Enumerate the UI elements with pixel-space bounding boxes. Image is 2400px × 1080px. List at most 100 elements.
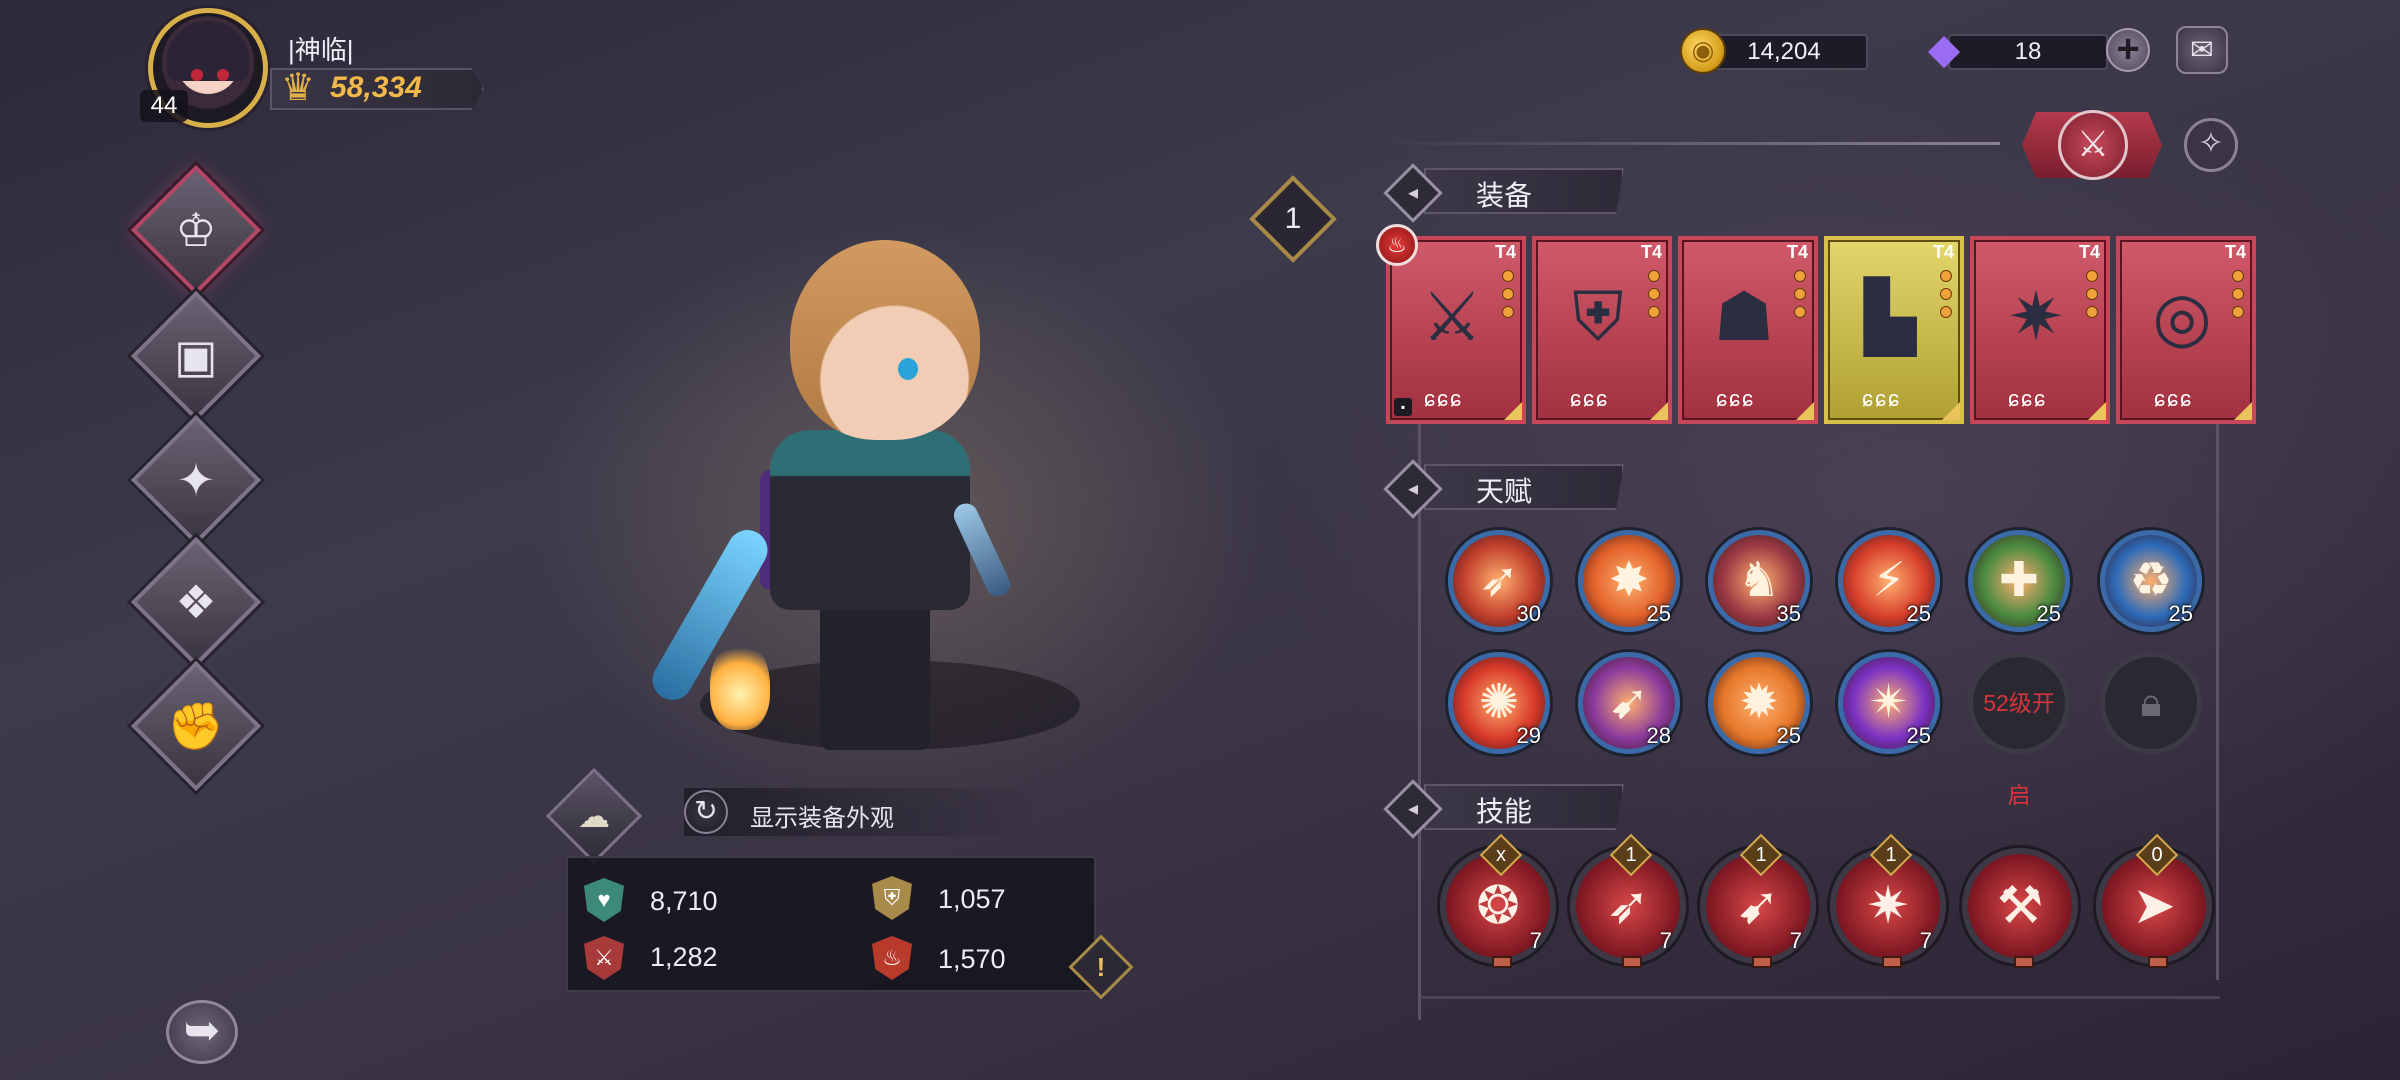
card-corner bbox=[1650, 402, 1668, 420]
hero-head[interactable] bbox=[790, 240, 980, 440]
ring-icon: ◎ bbox=[2152, 279, 2212, 355]
panel-frame bbox=[1420, 996, 2220, 999]
skill-boot-dash[interactable]: ➤ 0 bbox=[2096, 833, 2212, 968]
gem-socket-icon bbox=[1502, 288, 1514, 300]
fire-badge-icon: ♨ bbox=[1376, 224, 1418, 266]
equipment-stars: ɕɕɕ bbox=[2154, 386, 2193, 411]
hood-icon: ☗ bbox=[1713, 279, 1775, 355]
nav-upgrade[interactable]: ✊ bbox=[130, 660, 262, 792]
equipment-level-badge[interactable]: 1 bbox=[1249, 175, 1337, 263]
equipment-stars: ɕɕɕ bbox=[1862, 386, 1901, 411]
talent-locked-slot[interactable]: 🔒︎ bbox=[2100, 652, 2202, 754]
mail-icon[interactable]: ✉ bbox=[2176, 26, 2228, 74]
talent-fire-burst[interactable]: ✺ 29 bbox=[1448, 652, 1550, 754]
talent-recycle[interactable]: ♻ 25 bbox=[2100, 530, 2202, 632]
skill-level: 7 bbox=[1919, 928, 1932, 953]
skill-axe-strike[interactable]: ⚒ bbox=[1962, 848, 2078, 968]
equipment-stars: ɕɕɕ bbox=[1570, 386, 1609, 411]
talent-shield-knight[interactable]: ♞ 35 bbox=[1708, 530, 1810, 632]
power-crown-icon: ♛ bbox=[280, 67, 316, 109]
gem-socket-icon bbox=[1502, 306, 1514, 318]
equipment-tier: T4 bbox=[1494, 242, 1516, 262]
nav-enchant[interactable]: ✦ bbox=[130, 414, 262, 546]
wardrobe-icon: ☁ bbox=[578, 798, 610, 834]
equipment-slot[interactable]: T4 ◎ ɕɕɕ bbox=[2116, 236, 2256, 424]
talent-heal[interactable]: ✚ 25 bbox=[1968, 530, 2070, 632]
equipment-stars: ɕɕɕ bbox=[1716, 386, 1755, 411]
card-corner bbox=[2234, 402, 2252, 420]
recycle-icon: ♻ bbox=[2129, 554, 2173, 607]
flame-slash-icon: ➶ bbox=[1606, 877, 1650, 935]
equipment-slot[interactable]: T4 ▙ ɕɕɕ bbox=[1824, 236, 1964, 424]
skill-rank-badge: 1 bbox=[1869, 833, 1913, 877]
nav-backpack[interactable]: ▣ bbox=[130, 290, 262, 422]
section-title: 装备 bbox=[1476, 180, 1533, 211]
equipment-slot[interactable]: T4 ⛨ ɕɕɕ bbox=[1532, 236, 1672, 424]
skill-rank: 1 bbox=[1885, 844, 1897, 866]
talent-fire-blade[interactable]: ⚡ 25 bbox=[1838, 530, 1940, 632]
skill-rank: 1 bbox=[1755, 844, 1767, 866]
equipment-slot[interactable]: T4 ☗ ɕɕɕ bbox=[1678, 236, 1818, 424]
talent-level: 25 bbox=[2036, 601, 2061, 626]
talent-flame-warrior[interactable]: ✸ 25 bbox=[1578, 530, 1680, 632]
sword-tab-icon[interactable]: ⚔ bbox=[2058, 110, 2128, 180]
equipment-level: 1 bbox=[1284, 202, 1302, 235]
skill-rank-badge: 1 bbox=[1739, 833, 1783, 877]
gem-socket-icon bbox=[1940, 270, 1952, 282]
talent-level: 25 bbox=[1906, 723, 1931, 748]
talent-arrows[interactable]: ➶ 30 bbox=[1448, 530, 1550, 632]
talent-purple-slash[interactable]: ➹ 28 bbox=[1578, 652, 1680, 754]
skill-fire-wave[interactable]: ➹ 1 7 bbox=[1700, 833, 1816, 968]
gem-sockets bbox=[1794, 270, 1808, 324]
back-button[interactable]: ➥ bbox=[166, 1000, 238, 1064]
talent-arcane-burst[interactable]: ✴ 25 bbox=[1838, 652, 1940, 754]
skill-socket bbox=[2148, 956, 2168, 968]
power-value: 58,334 bbox=[330, 71, 422, 104]
talent-level: 28 bbox=[1646, 723, 1671, 748]
gold-coin-icon: ◉ bbox=[1680, 28, 1726, 74]
skill-socket bbox=[1622, 956, 1642, 968]
arrows-icon: ➶ bbox=[1478, 554, 1520, 607]
equipment-tier: T4 bbox=[1640, 242, 1662, 262]
gem-icon: ◆ bbox=[1927, 25, 1961, 72]
shield-knight-icon: ♞ bbox=[1737, 554, 1781, 607]
skill-blade-storm[interactable]: ✷ 1 7 bbox=[1830, 833, 1946, 968]
section-title: 天赋 bbox=[1476, 476, 1533, 507]
avatar-hair bbox=[167, 21, 249, 81]
explosion-icon: ✹ bbox=[1738, 676, 1780, 729]
sword-icon: ⚔ bbox=[1421, 279, 1483, 355]
gem-socket-icon bbox=[1940, 288, 1952, 300]
section-title: 技能 bbox=[1476, 796, 1533, 827]
gem-socket-icon bbox=[2086, 306, 2098, 318]
stat-attack: 1,282 bbox=[650, 942, 718, 972]
player-level: 44 bbox=[140, 90, 188, 122]
talent-explosion[interactable]: ✹ 25 bbox=[1708, 652, 1810, 754]
arcane-burst-icon: ✴ bbox=[1868, 676, 1910, 729]
skill-rank: 0 bbox=[2151, 844, 2163, 866]
wardrobe-button[interactable]: ☁ bbox=[545, 767, 643, 865]
nav-spellbook[interactable]: ❖ bbox=[130, 536, 262, 668]
gem-socket-icon bbox=[1794, 306, 1806, 318]
gem-socket-icon bbox=[2232, 270, 2244, 282]
skill-flame-slash[interactable]: ➶ 1 7 bbox=[1570, 833, 1686, 968]
blade-storm-icon: ✷ bbox=[1866, 877, 1910, 935]
nav-equipment[interactable]: ♔ bbox=[130, 164, 262, 296]
skill-level: 7 bbox=[1789, 928, 1802, 953]
card-corner bbox=[1796, 402, 1814, 420]
panel-frame bbox=[2216, 420, 2219, 980]
compass-icon[interactable]: ✧ bbox=[2184, 118, 2238, 172]
armor-icon: ⛨ bbox=[1572, 279, 1624, 355]
equipment-tier: T4 bbox=[1932, 242, 1954, 262]
backpack-icon: ▣ bbox=[174, 330, 218, 382]
talent-locked-slot[interactable]: 52级开启 bbox=[1968, 652, 2070, 808]
skill-swirl-strike[interactable]: ❂ x 7 bbox=[1440, 833, 1556, 968]
spellbook-icon: ❖ bbox=[175, 576, 217, 628]
appearance-toggle[interactable]: ↻ bbox=[684, 790, 728, 834]
equipment-slot[interactable]: T4 ⚔ ɕɕɕ ▪ bbox=[1386, 236, 1526, 424]
add-gems-button[interactable]: + bbox=[2106, 28, 2150, 72]
gem-socket-icon bbox=[2232, 306, 2244, 318]
equipment-slot[interactable]: T4 ✷ ɕɕɕ bbox=[1970, 236, 2110, 424]
stat-hp: 8,710 bbox=[650, 886, 718, 916]
gem-socket-icon bbox=[1794, 288, 1806, 300]
arrow-left-icon: ◂ bbox=[1407, 182, 1419, 204]
